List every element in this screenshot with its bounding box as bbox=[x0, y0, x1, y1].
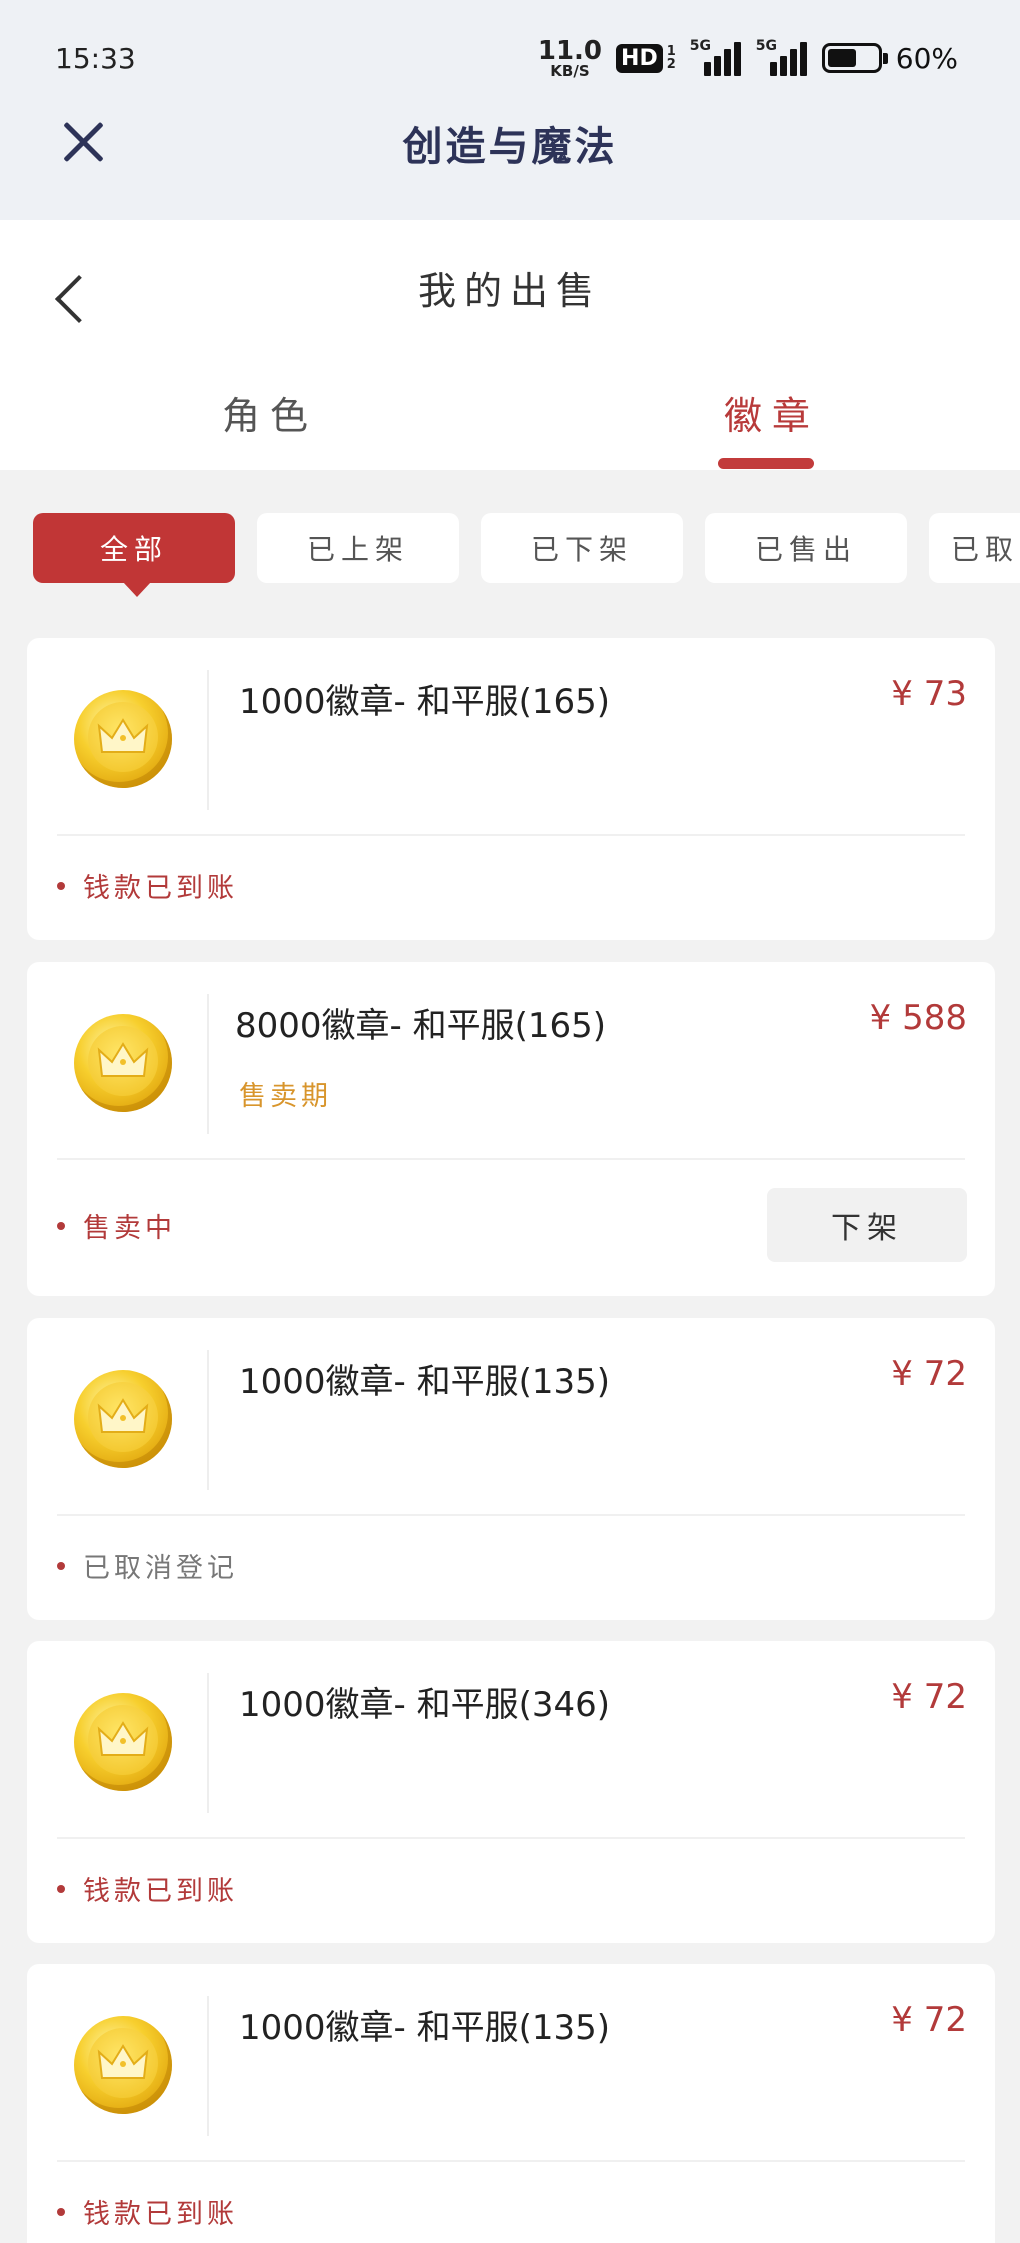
item-name: 1000徽章- 和平服(346) bbox=[239, 1685, 611, 1725]
status-badge: 钱款已到账 bbox=[57, 866, 238, 905]
badge-coin-icon bbox=[74, 1014, 172, 1112]
filter-all[interactable]: 全部 bbox=[33, 513, 235, 597]
hd-sub-icon: 1 2 bbox=[667, 45, 676, 71]
item-name: 8000徽章- 和平服(165) bbox=[235, 1006, 607, 1046]
filter-delisted[interactable]: 已下架 bbox=[481, 513, 683, 583]
battery-icon bbox=[821, 43, 888, 73]
item-price: ¥ 72 bbox=[891, 1677, 967, 1717]
divider bbox=[57, 2160, 965, 2162]
item-name: 1000徽章- 和平服(135) bbox=[239, 2008, 611, 2048]
divider bbox=[207, 1350, 209, 1490]
delist-button[interactable]: 下架 bbox=[767, 1188, 967, 1262]
badge-coin-icon bbox=[74, 1693, 172, 1791]
app-title: 创造与魔法 bbox=[402, 123, 618, 170]
status-badge: 已取消登记 bbox=[57, 1546, 238, 1585]
sale-item-card[interactable]: 1000徽章- 和平服(135) ¥ 72 钱款已到账 bbox=[27, 1964, 995, 2243]
page-title: 我的出售 bbox=[417, 269, 602, 313]
status-badge: 钱款已到账 bbox=[57, 1869, 238, 1908]
hd-icon: HD bbox=[616, 43, 663, 73]
item-price: ¥ 588 bbox=[869, 998, 967, 1038]
network-speed: 11.0 KB/S bbox=[538, 38, 602, 79]
status-time: 15:33 bbox=[55, 42, 136, 75]
status-text: 售卖中 bbox=[83, 1213, 176, 1244]
sale-item-card[interactable]: 1000徽章- 和平服(165) ¥ 73 钱款已到账 bbox=[27, 638, 995, 940]
badge-coin-icon bbox=[74, 690, 172, 788]
divider bbox=[57, 1514, 965, 1516]
status-badge: 钱款已到账 bbox=[57, 2192, 238, 2231]
signal-icon-2: 5G bbox=[756, 38, 808, 78]
hd-sub-bottom: 2 bbox=[666, 57, 676, 72]
status-dot-icon bbox=[57, 1884, 65, 1893]
page-header: 我的出售 角色 徽章 bbox=[0, 220, 1020, 470]
divider bbox=[207, 1673, 209, 1813]
divider bbox=[207, 994, 209, 1134]
badge-coin-icon bbox=[74, 2016, 172, 2114]
network-speed-value: 11.0 bbox=[537, 35, 603, 66]
status-text: 钱款已到账 bbox=[83, 873, 238, 904]
divider bbox=[57, 1837, 965, 1839]
status-icons: 11.0 KB/S HD 1 2 5G 5G 60% bbox=[538, 36, 958, 80]
filter-sold[interactable]: 已售出 bbox=[705, 513, 907, 583]
sale-item-card[interactable]: 1000徽章- 和平服(135) ¥ 72 已取消登记 bbox=[27, 1318, 995, 1620]
filter-listed[interactable]: 已上架 bbox=[257, 513, 459, 583]
sale-item-card[interactable]: 8000徽章- 和平服(165) ¥ 588 售卖期 售卖中 下架 bbox=[27, 962, 995, 1296]
item-price: ¥ 73 bbox=[891, 674, 967, 714]
status-dot-icon bbox=[57, 1561, 65, 1570]
top-bar: 15:33 11.0 KB/S HD 1 2 5G 5G 60% 创造与魔法 bbox=[0, 0, 1020, 220]
item-price: ¥ 72 bbox=[891, 1354, 967, 1394]
divider bbox=[57, 834, 965, 836]
divider bbox=[57, 1158, 965, 1160]
divider bbox=[207, 670, 209, 810]
network-speed-unit: KB/S bbox=[550, 61, 590, 80]
tab-active-indicator bbox=[718, 458, 814, 469]
tab-badges[interactable]: 徽章 bbox=[724, 385, 820, 440]
filter-bar: 全部 已上架 已下架 已售出 已取消 bbox=[0, 470, 1020, 620]
status-text: 已取消登记 bbox=[83, 1553, 238, 1584]
badge-coin-icon bbox=[74, 1370, 172, 1468]
sale-item-card[interactable]: 1000徽章- 和平服(346) ¥ 72 钱款已到账 bbox=[27, 1641, 995, 1943]
filter-cancelled[interactable]: 已取消 bbox=[929, 513, 1020, 583]
divider bbox=[207, 1996, 209, 2136]
tab-characters[interactable]: 角色 bbox=[222, 385, 318, 440]
battery-percent: 60% bbox=[895, 41, 958, 75]
status-badge: 售卖中 bbox=[57, 1206, 176, 1245]
sale-period-tag: 售卖期 bbox=[239, 1081, 332, 1112]
signal-label-2: 5G bbox=[755, 38, 777, 54]
signal-label: 5G bbox=[689, 38, 711, 54]
signal-icon: 5G bbox=[690, 38, 742, 78]
status-dot-icon bbox=[57, 2207, 65, 2216]
item-price: ¥ 72 bbox=[891, 2000, 967, 2040]
status-text: 钱款已到账 bbox=[83, 1876, 238, 1907]
item-name: 1000徽章- 和平服(135) bbox=[239, 1362, 611, 1402]
item-name: 1000徽章- 和平服(165) bbox=[239, 682, 611, 722]
status-dot-icon bbox=[57, 1221, 65, 1230]
status-dot-icon bbox=[57, 881, 65, 890]
status-text: 钱款已到账 bbox=[83, 2199, 238, 2230]
